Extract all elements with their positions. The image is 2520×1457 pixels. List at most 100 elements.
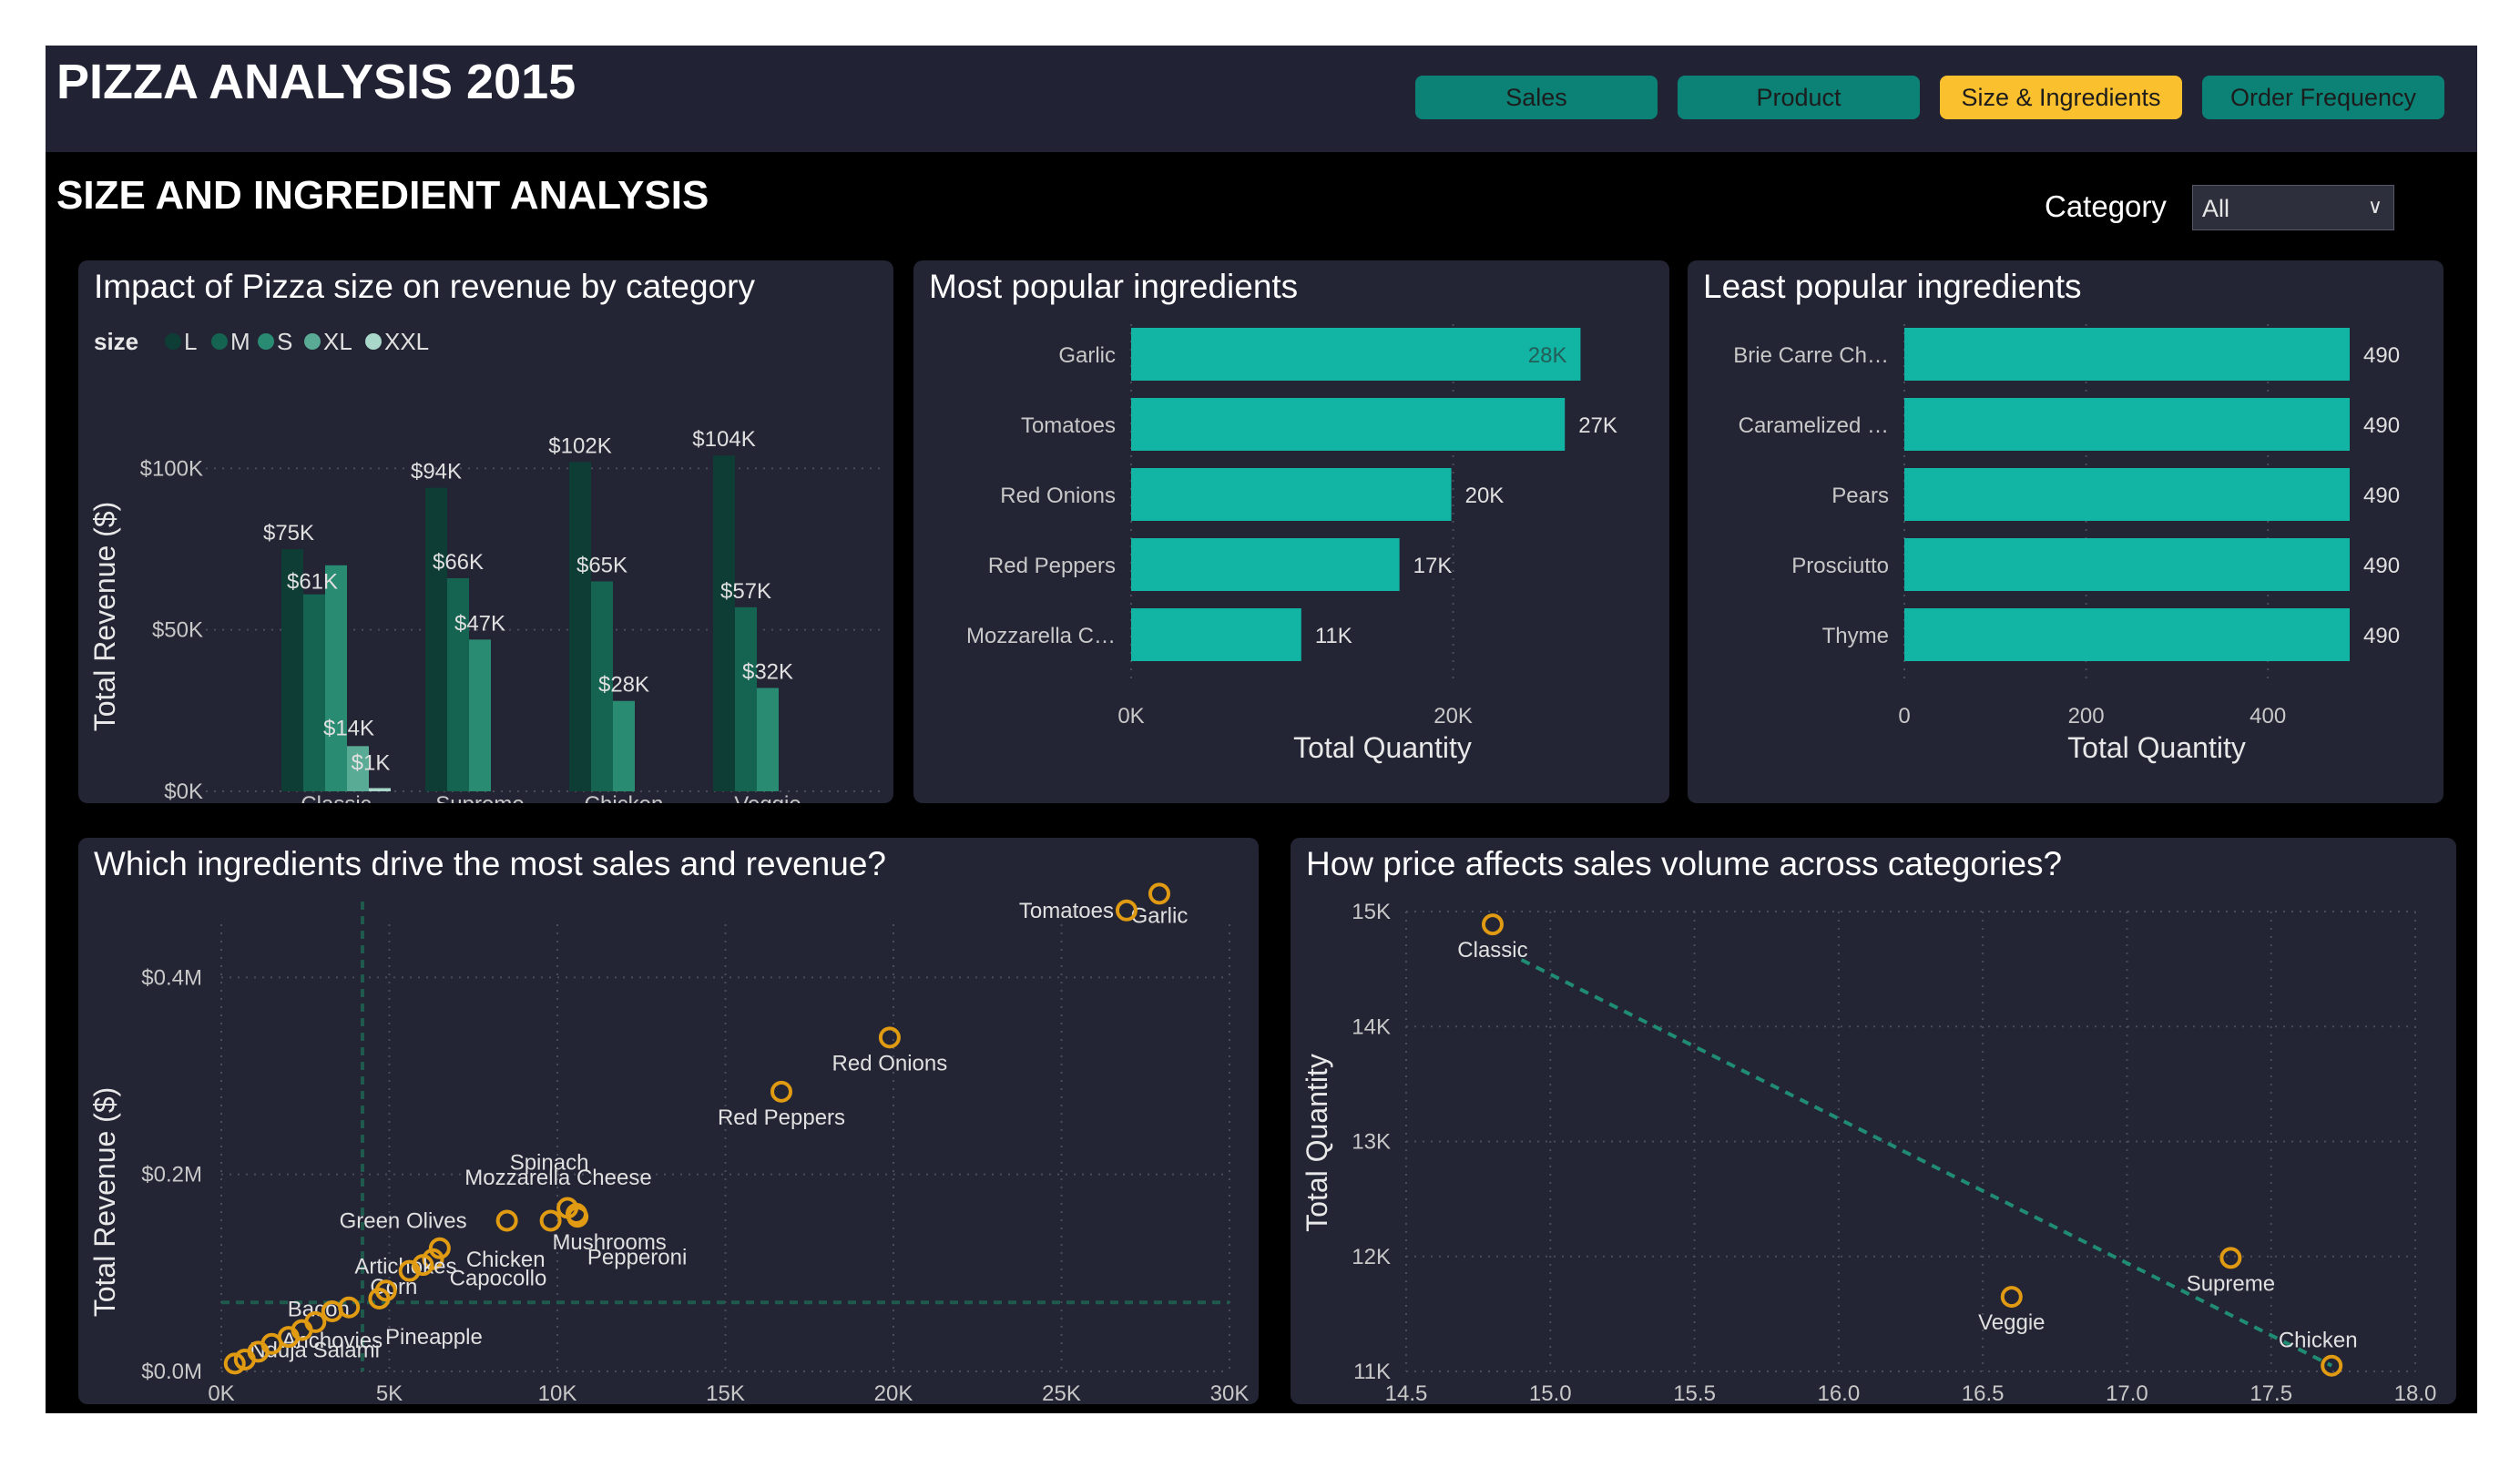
data-label-chicken-s: $28K (598, 673, 649, 698)
data-label-mozzarella-c: 11K (1315, 624, 1352, 648)
x-tick-label: Supreme (435, 792, 524, 803)
category-label-prosciutto: Prosciutto (1791, 554, 1889, 578)
point-label-red-onions: Red Onions (832, 1051, 948, 1075)
bar-supreme-m (447, 577, 469, 791)
legend-label-xxl: XXL (384, 328, 429, 355)
y-tick-label: $50K (152, 618, 203, 643)
nav-button-product[interactable]: Product (1678, 76, 1920, 119)
data-label-tomatoes: 27K (1578, 413, 1617, 438)
bar-chicken-l (569, 462, 591, 791)
point-veggie (2000, 1286, 2023, 1309)
popular-ingredients-chart: 0K 20K Total Quantity Garlic 28K Tomatoes 27K R… (966, 324, 1617, 764)
legend-label-s: S (277, 328, 292, 355)
category-select[interactable]: All ∨ (2192, 185, 2394, 230)
data-label-brie-carre-ch: 490 (2363, 343, 2400, 368)
section-title: SIZE AND INGREDIENT ANALYSIS (56, 173, 709, 218)
x-tick-label: 400 (2250, 704, 2286, 728)
y-tick-label: 11K (1353, 1360, 1391, 1384)
point-label-classic: Classic (1457, 938, 1527, 963)
bar-chicken-s (613, 700, 635, 791)
bar-tomatoes (1131, 398, 1566, 451)
bar-veggie-s (757, 688, 779, 791)
point-label-pineapple: Pineapple (385, 1325, 483, 1350)
x-tick-label: 16.0 (1817, 1381, 1860, 1404)
bar-supreme-l (425, 487, 447, 791)
data-label-veggie-l: $104K (692, 427, 755, 452)
point-classic (1481, 913, 1504, 936)
data-label-supreme-s: $47K (454, 611, 505, 636)
bar-prosciutto (1904, 538, 2350, 591)
nav-button-order-frequency[interactable]: Order Frequency (2202, 76, 2444, 119)
bar-red-peppers (1131, 538, 1400, 591)
point-red-onions (878, 1026, 901, 1049)
data-label-veggie-s: $32K (742, 660, 793, 685)
point-label-pepperoni: Pepperoni (587, 1246, 687, 1270)
bar-pears (1904, 468, 2350, 521)
x-tick-label: 10K (538, 1381, 577, 1404)
x-tick-label: Classic (301, 792, 371, 803)
data-label-classic-xxl: $1K (352, 750, 391, 775)
y-tick-label: 13K (1352, 1130, 1391, 1155)
point-label-capocollo: Capocollo (450, 1267, 547, 1291)
x-tick-label: 18.0 (2394, 1381, 2437, 1404)
y-tick-label: 12K (1352, 1245, 1391, 1269)
y-tick-label: 15K (1352, 900, 1391, 924)
data-label-garlic: 28K (1528, 343, 1567, 368)
category-filter-label: Category (2045, 189, 2167, 223)
x-tick-label: 20K (874, 1381, 913, 1404)
nav-button-size-ingredients[interactable]: Size & Ingredients (1940, 76, 2182, 119)
legend-marker-xl (304, 333, 321, 350)
category-label-red-onions: Red Onions (1000, 484, 1116, 508)
size-revenue-card: Impact of Pizza size on revenue by categ… (78, 260, 893, 803)
size-revenue-chart: size L M S XL XXL $0K $50K $100K Total Revenue ($… (88, 328, 880, 803)
y-axis-title: Total Revenue ($) (88, 502, 121, 732)
popular-ingredients-card: Most popular ingredients 0K 20K Total Quan… (913, 260, 1669, 803)
x-tick-label: 0K (208, 1381, 234, 1404)
x-tick-label: 20K (1433, 704, 1473, 728)
point-label-tomatoes: Tomatoes (1019, 899, 1114, 923)
bar-veggie-m (735, 606, 757, 791)
x-tick-label: 15K (706, 1381, 745, 1404)
y-axis-title: Total Revenue ($) (88, 1087, 121, 1318)
data-label-supreme-l: $94K (411, 460, 462, 484)
data-label-red-onions: 20K (1465, 484, 1505, 508)
point-supreme (2219, 1247, 2242, 1269)
legend-marker-l (165, 333, 181, 350)
category-label-caramelized: Caramelized … (1739, 413, 1889, 438)
data-label-caramelized: 490 (2363, 413, 2400, 438)
category-label-tomatoes: Tomatoes (1021, 413, 1116, 438)
bar-veggie-l (713, 455, 735, 791)
point-label-green-olives: Green Olives (340, 1209, 467, 1234)
data-label-supreme-m: $66K (433, 550, 484, 575)
category-select-value: All (2202, 195, 2230, 222)
legend-marker-xxl (365, 333, 382, 350)
point-label-mozzarella-cheese: Mozzarella Cheese (464, 1166, 651, 1190)
x-tick-label: 200 (2068, 704, 2105, 728)
category-label-thyme: Thyme (1822, 624, 1889, 648)
least-ingredients-chart: 0 200 400Total Quantity Brie Carre Ch… 490 Ca… (1733, 324, 2400, 764)
y-axis-title: Total Quantity (1301, 1054, 1333, 1232)
category-label-brie-carre-ch: Brie Carre Ch… (1733, 343, 1889, 368)
data-label-prosciutto: 490 (2363, 554, 2400, 578)
data-label-chicken-m: $65K (576, 553, 627, 577)
nav-button-sales[interactable]: Sales (1415, 76, 1658, 119)
ingredient-scatter-card: Which ingredients drive the most sales a… (78, 838, 1259, 1404)
y-tick-label: $0.2M (141, 1163, 202, 1187)
point-label-chicken: Chicken (2279, 1329, 2358, 1353)
point-label-veggie: Veggie (1978, 1310, 2045, 1335)
y-tick-label: $0.4M (141, 965, 202, 990)
data-label-classic-m: $61K (287, 570, 338, 595)
data-label-chicken-l: $102K (548, 433, 611, 458)
bar-classic-m (303, 594, 325, 791)
category-label-mozzarella-c: Mozzarella C… (966, 624, 1116, 648)
ingredient-scatter-chart: 0K 5K 10K 15K 20K 25K 30K $0.0M $0.2M $0.4M Total … (88, 882, 1249, 1404)
category-label-garlic: Garlic (1058, 343, 1116, 368)
legend-label-xl: XL (323, 328, 352, 355)
legend-marker-s (258, 333, 274, 350)
y-tick-label: $0K (164, 779, 203, 803)
least-ingredients-card: Least popular ingredients 0 200 400 Total Q… (1688, 260, 2443, 803)
header-bar: PIZZA ANALYSIS 2015 Sales Product Size &… (46, 46, 2477, 152)
bar-classic-s (325, 565, 347, 791)
price-scatter-card: How price affects sales volume across ca… (1291, 838, 2456, 1404)
x-axis-title: Total Quantity (1293, 731, 1472, 764)
